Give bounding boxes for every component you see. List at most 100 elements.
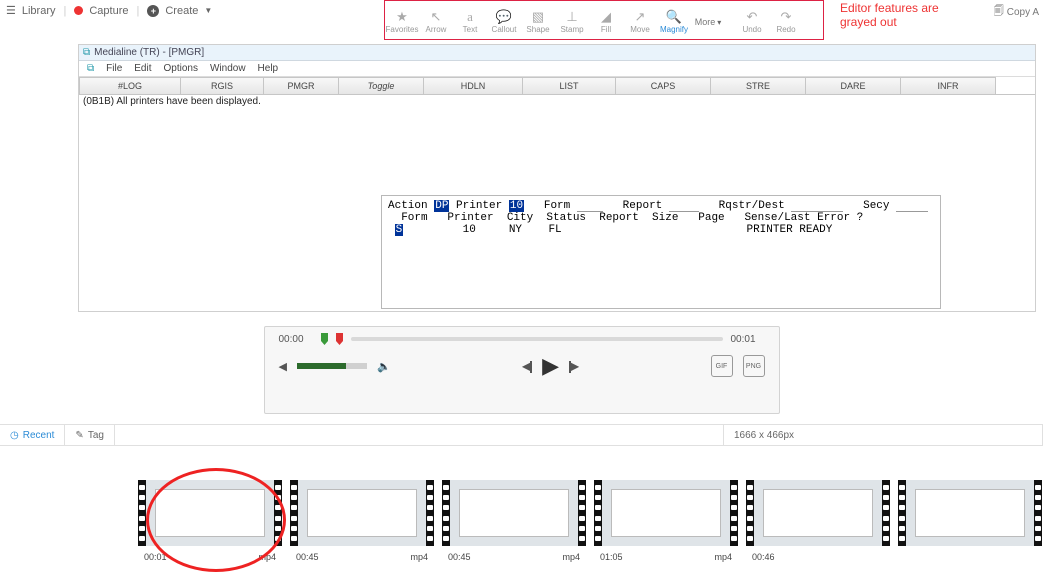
time-start: 00:00 xyxy=(279,334,313,345)
media-player: 00:00 00:01 ◀ 🔈 ◀ ▶ ▶ GIF PNG xyxy=(264,326,780,414)
app-icon: ⧉ xyxy=(83,47,90,58)
step-back-button[interactable]: ◀ xyxy=(522,359,532,373)
window-titlebar: ⧉ Medialine (TR) - [PMGR] xyxy=(79,45,1035,61)
dimensions-display: 1666 x 466px xyxy=(723,425,1043,445)
tool-shape[interactable]: ▧Shape xyxy=(521,7,555,34)
capture-button[interactable]: Capture xyxy=(89,5,128,17)
undo-button[interactable]: ↶Undo xyxy=(735,7,769,34)
thumbnail-preview xyxy=(906,480,1034,546)
in-marker-icon[interactable] xyxy=(321,333,328,345)
thumbnail-preview xyxy=(450,480,578,546)
tab-rgis[interactable]: RGIS xyxy=(180,77,264,94)
plus-icon: + xyxy=(147,5,159,17)
action-field[interactable]: DP xyxy=(434,200,449,212)
tool-arrow[interactable]: ↖Arrow xyxy=(419,7,453,34)
menu-edit[interactable]: Edit xyxy=(134,63,151,74)
tab-log[interactable]: #LOG xyxy=(79,77,181,94)
record-icon xyxy=(74,6,83,15)
tag-filter[interactable]: ✎ Tag xyxy=(65,425,115,445)
sprocket-right-icon xyxy=(1034,480,1042,546)
copy-icon: 🗐 xyxy=(994,4,1004,21)
tab-row: #LOG RGIS PMGR Toggle HDLN LIST CAPS STR… xyxy=(79,77,1035,95)
play-button[interactable]: ▶ xyxy=(542,353,559,379)
tool-text[interactable]: aText xyxy=(453,7,487,34)
tab-stre[interactable]: STRE xyxy=(710,77,806,94)
separator: | xyxy=(137,5,140,17)
thumbnail-item[interactable]: 00:45mp4 xyxy=(442,480,586,562)
menu-help[interactable]: Help xyxy=(258,63,279,74)
more-button[interactable]: More▾ xyxy=(691,13,725,27)
thumbnail-item[interactable]: 01:05 mp4 xyxy=(594,480,738,562)
create-button[interactable]: Create xyxy=(165,5,198,17)
form-field[interactable] xyxy=(577,201,603,212)
capture-canvas: ⧉ Medialine (TR) - [PMGR] ⧉ File Edit Op… xyxy=(78,44,1036,312)
tab-list[interactable]: LIST xyxy=(522,77,616,94)
copy-button[interactable]: 🗐 Copy A xyxy=(994,4,1039,21)
tab-hdln[interactable]: HDLN xyxy=(423,77,523,94)
sprocket-right-icon xyxy=(578,480,586,546)
terminal-row: 10 NY FL PRINTER READY xyxy=(403,224,832,236)
tab-pmgr[interactable]: PMGR xyxy=(263,77,339,94)
library-button[interactable]: Library xyxy=(22,5,56,17)
secy-field[interactable] xyxy=(896,201,928,212)
thumbnail-item[interactable] xyxy=(0,486,130,552)
arrow-icon: ↖ xyxy=(419,9,453,25)
menubar: ⧉ File Edit Options Window Help xyxy=(79,61,1035,77)
tool-favorites[interactable]: ★Favorites xyxy=(385,7,419,34)
step-fwd-button[interactable]: ▶ xyxy=(569,359,579,373)
top-left-controls: ☰ Library | Capture | + Create ▼ xyxy=(0,0,218,21)
sprocket-left-icon xyxy=(746,480,754,546)
thumbnail-item[interactable] xyxy=(898,480,1042,546)
menu-file[interactable]: File xyxy=(106,63,122,74)
recent-filter[interactable]: ◷ Recent xyxy=(0,425,65,445)
tool-fill[interactable]: ◢Fill xyxy=(589,7,623,34)
thumbnail-item-selected[interactable]: 00:01mp4 xyxy=(138,480,282,562)
tab-infr[interactable]: INFR xyxy=(900,77,996,94)
printer-field[interactable]: 10 xyxy=(509,200,524,212)
thumbnail-preview xyxy=(298,480,426,546)
time-end: 00:01 xyxy=(731,334,765,345)
tab-caps[interactable]: CAPS xyxy=(615,77,711,94)
clip-time: 01:05 xyxy=(600,552,623,562)
export-png-button[interactable]: PNG xyxy=(743,355,765,377)
sprocket-left-icon xyxy=(442,480,450,546)
redo-icon: ↷ xyxy=(769,9,803,25)
chevron-down-icon[interactable]: ▼ xyxy=(204,6,212,15)
menu-options[interactable]: Options xyxy=(164,63,198,74)
terminal-headers: Form Printer City Status Report Size Pag… xyxy=(388,212,863,224)
hamburger-icon[interactable]: ☰ xyxy=(6,4,16,17)
redo-button[interactable]: ↷Redo xyxy=(769,7,803,34)
clip-format: mp4 xyxy=(714,552,732,562)
tool-move[interactable]: ↗Move xyxy=(623,7,657,34)
tool-magnify[interactable]: 🔍Magnify xyxy=(657,7,691,34)
export-gif-button[interactable]: GIF xyxy=(711,355,733,377)
clip-format: mp4 xyxy=(410,552,428,562)
out-marker-icon[interactable] xyxy=(336,333,343,345)
filter-row: ◷ Recent ✎ Tag 1666 x 466px xyxy=(0,424,1043,446)
clip-time: 00:45 xyxy=(296,552,319,562)
tab-dare[interactable]: DARE xyxy=(805,77,901,94)
thumbnail-item[interactable]: 00:45 mp4 xyxy=(290,480,434,562)
row-select[interactable]: S xyxy=(395,224,404,236)
timeline-track[interactable] xyxy=(351,337,723,341)
mute-icon[interactable]: ◀ xyxy=(279,360,287,373)
thumbnail-preview xyxy=(0,486,130,552)
thumbnail-preview xyxy=(146,480,274,546)
rqstr-field[interactable] xyxy=(791,201,843,212)
filmstrip: 00:01mp4 00:45 mp4 00:45 mp4 01:05 mp4 xyxy=(0,446,1043,576)
sprocket-right-icon xyxy=(730,480,738,546)
separator: | xyxy=(64,5,67,17)
clip-time: 00:45 xyxy=(448,552,471,562)
sprocket-right-icon xyxy=(882,480,890,546)
tool-callout[interactable]: 💬Callout xyxy=(487,7,521,34)
tool-stamp[interactable]: ⊥Stamp xyxy=(555,7,589,34)
menu-window[interactable]: Window xyxy=(210,63,246,74)
thumbnail-item[interactable]: 00:46 xyxy=(746,480,890,562)
volume-icon: 🔈 xyxy=(377,360,391,373)
stamp-icon: ⊥ xyxy=(555,9,589,25)
tab-toggle[interactable]: Toggle xyxy=(338,77,424,94)
sprocket-left-icon xyxy=(290,480,298,546)
volume-slider[interactable] xyxy=(297,363,367,369)
clip-format: mp4 xyxy=(258,552,276,562)
report-field[interactable] xyxy=(669,201,699,212)
